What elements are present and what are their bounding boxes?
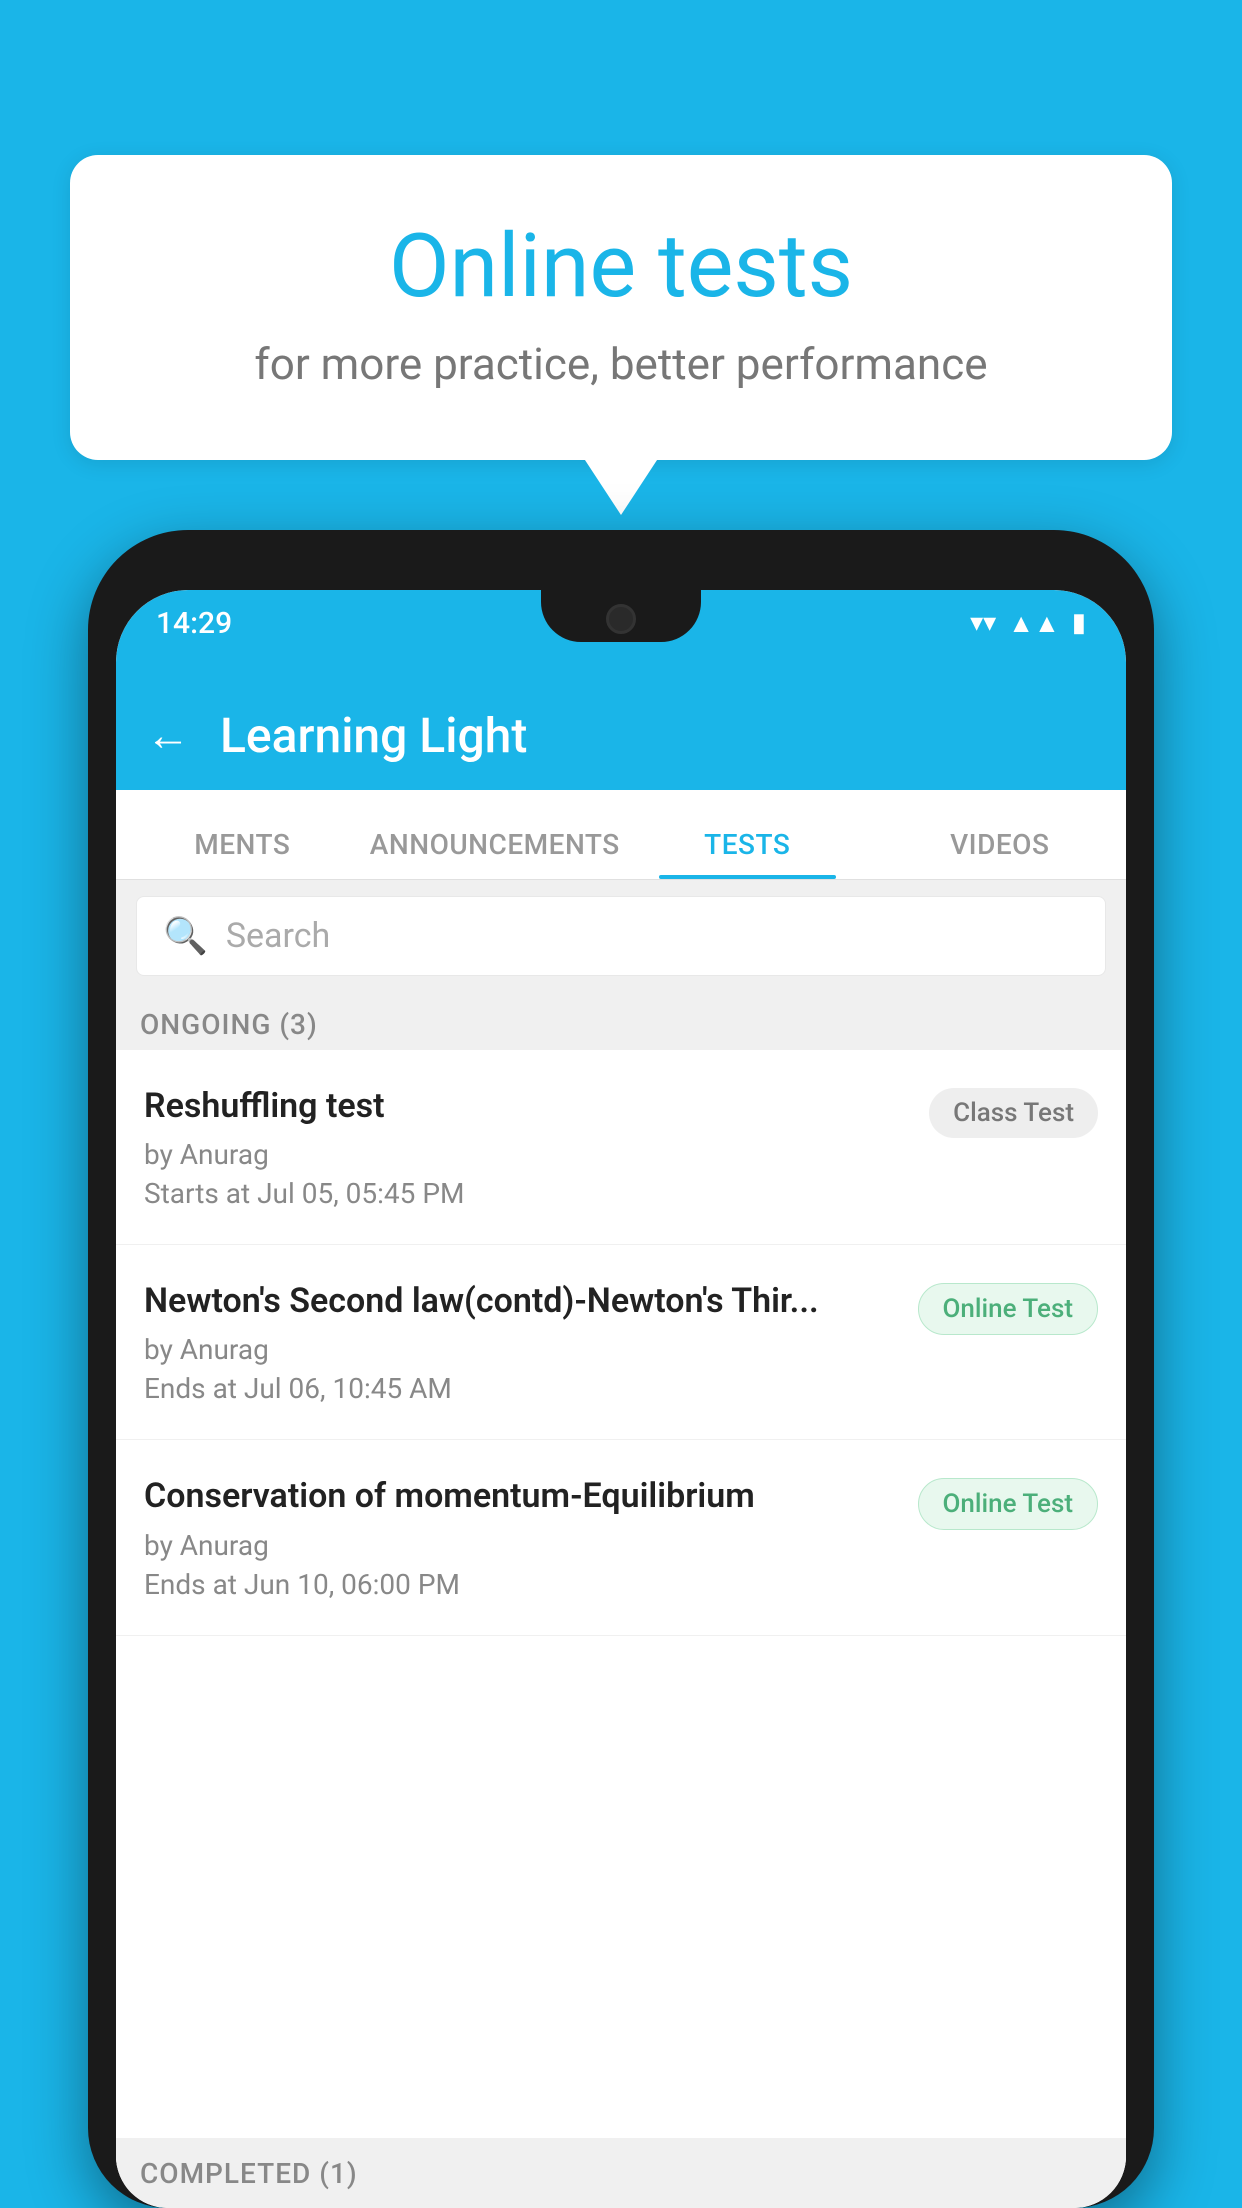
test-info-1: Reshuffling test by Anurag Starts at Jul… [144,1084,909,1210]
tests-list: Reshuffling test by Anurag Starts at Jul… [116,1050,1126,2208]
test-name-3: Conservation of momentum-Equilibrium [144,1474,898,1518]
search-placeholder: Search [226,916,330,956]
ongoing-label: ONGOING (3) [140,1008,318,1041]
test-author-1: by Anurag [144,1138,909,1171]
app-header: ← Learning Light [116,680,1126,790]
test-name-2: Newton's Second law(contd)-Newton's Thir… [144,1279,898,1323]
test-item-conservation[interactable]: Conservation of momentum-Equilibrium by … [116,1440,1126,1635]
test-badge-1: Class Test [929,1088,1098,1138]
phone-screen: 14:29 ▾▾ ▲▲ ▮ ← Learning Light MENTS ANN… [116,590,1126,2208]
test-badge-2: Online Test [918,1283,1099,1335]
tab-tests[interactable]: TESTS [621,828,874,879]
status-time: 14:29 [156,606,232,641]
test-info-2: Newton's Second law(contd)-Newton's Thir… [144,1279,898,1405]
test-badge-3: Online Test [918,1478,1099,1530]
test-time-3: Ends at Jun 10, 06:00 PM [144,1568,898,1601]
test-name-1: Reshuffling test [144,1084,909,1128]
tab-announcements[interactable]: ANNOUNCEMENTS [369,828,622,879]
tabs-bar: MENTS ANNOUNCEMENTS TESTS VIDEOS [116,790,1126,880]
completed-section: COMPLETED (1) [116,2138,1126,2208]
notch-area: 14:29 ▾▾ ▲▲ ▮ [116,590,1126,680]
status-icons: ▾▾ ▲▲ ▮ [970,608,1086,639]
tab-videos[interactable]: VIDEOS [874,828,1127,879]
bubble-subtitle: for more practice, better performance [150,338,1092,390]
tab-ments[interactable]: MENTS [116,828,369,879]
search-container: 🔍 Search [116,880,1126,992]
back-button[interactable]: ← [146,709,190,761]
section-ongoing: ONGOING (3) [116,990,1126,1059]
speech-bubble: Online tests for more practice, better p… [70,155,1172,460]
completed-label: COMPLETED (1) [140,2157,358,2190]
test-info-3: Conservation of momentum-Equilibrium by … [144,1474,898,1600]
search-icon: 🔍 [163,915,208,957]
test-item-reshuffling[interactable]: Reshuffling test by Anurag Starts at Jul… [116,1050,1126,1245]
test-author-2: by Anurag [144,1333,898,1366]
wifi-icon: ▾▾ [970,608,996,638]
test-time-2: Ends at Jul 06, 10:45 AM [144,1372,898,1405]
signal-icon: ▲▲ [1008,608,1059,639]
search-bar[interactable]: 🔍 Search [136,896,1106,976]
test-item-newton[interactable]: Newton's Second law(contd)-Newton's Thir… [116,1245,1126,1440]
test-time-1: Starts at Jul 05, 05:45 PM [144,1177,909,1210]
battery-icon: ▮ [1072,608,1086,638]
phone-frame: 14:29 ▾▾ ▲▲ ▮ ← Learning Light MENTS ANN… [88,530,1154,2208]
bubble-title: Online tests [150,215,1092,318]
test-author-3: by Anurag [144,1529,898,1562]
status-bar: 14:29 ▾▾ ▲▲ ▮ [116,598,1126,648]
app-title: Learning Light [220,707,527,764]
speech-bubble-container: Online tests for more practice, better p… [70,155,1172,460]
